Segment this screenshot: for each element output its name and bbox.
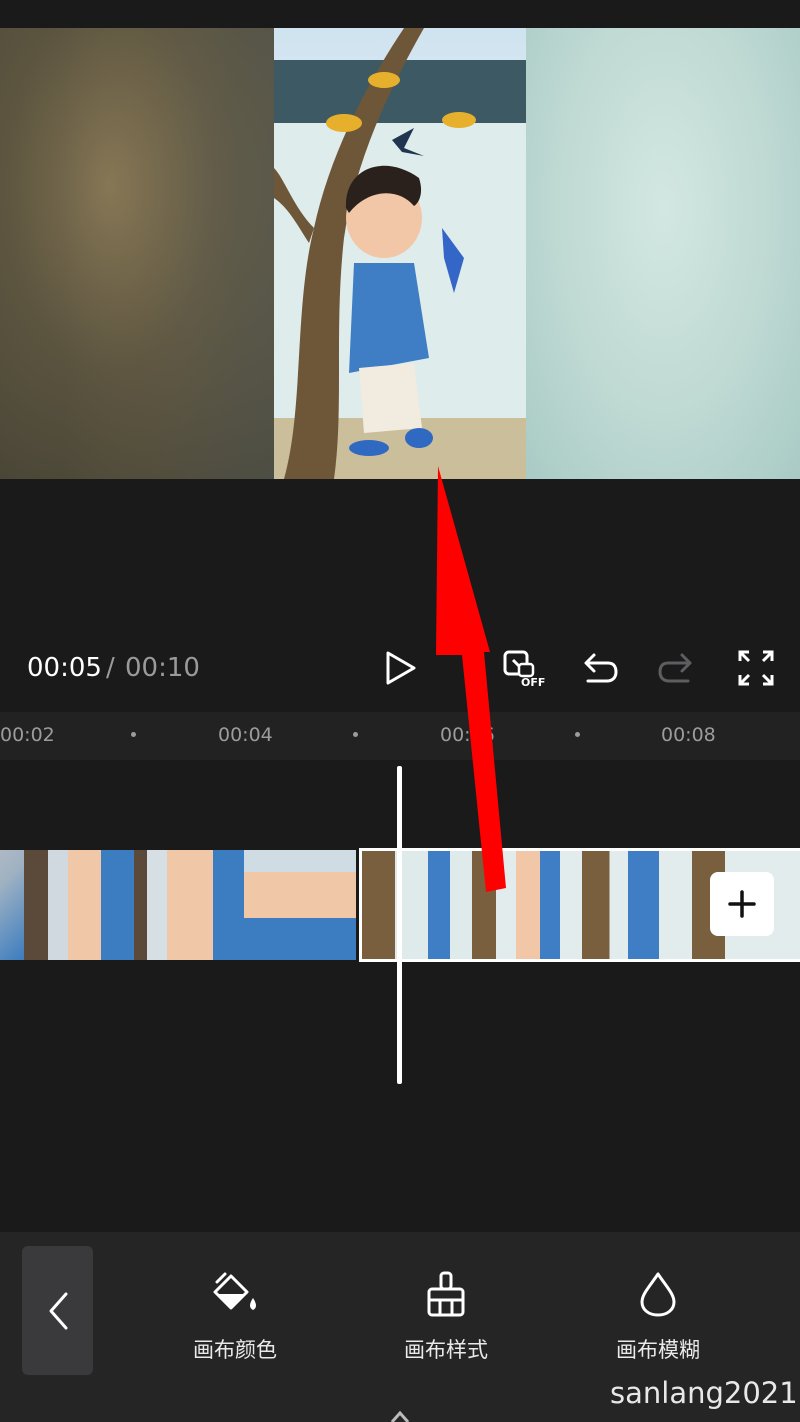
drop-icon: [640, 1272, 676, 1317]
canvas-style-button[interactable]: 画布样式: [376, 1270, 516, 1364]
canvas-color-button[interactable]: 画布颜色: [165, 1270, 305, 1364]
annotation-arrow: [436, 466, 506, 892]
canvas-color-label: 画布颜色: [193, 1338, 277, 1362]
paint-bucket-icon: [213, 1272, 256, 1310]
chevron-left-icon: [49, 1292, 67, 1329]
canvas-blur-label: 画布模糊: [616, 1338, 700, 1362]
canvas-style-label: 画布样式: [404, 1338, 488, 1362]
back-button[interactable]: [22, 1246, 93, 1375]
watermark: sanlang2021: [610, 1376, 798, 1410]
nav-bar-home-icon[interactable]: [390, 1410, 410, 1422]
canvas-blur-button[interactable]: 画布模糊: [588, 1270, 728, 1364]
brush-icon: [427, 1271, 465, 1317]
